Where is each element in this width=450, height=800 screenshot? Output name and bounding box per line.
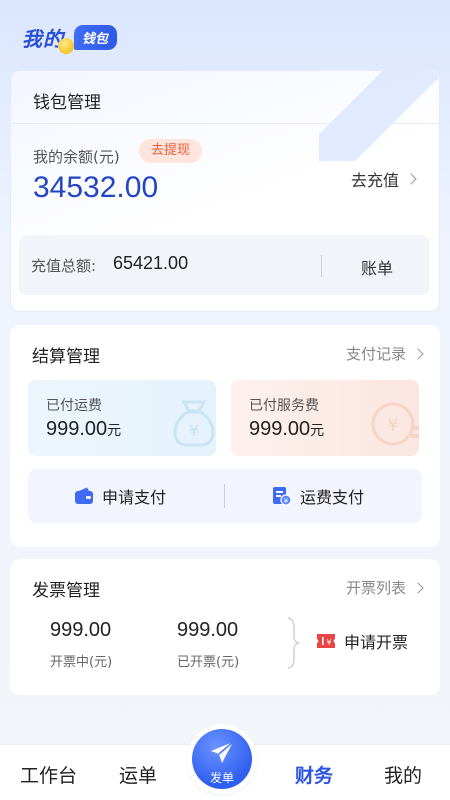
wallet-badge: 钱包 xyxy=(74,24,118,50)
freight-bill-icon: ¥ xyxy=(273,487,292,506)
invoice-list-link[interactable]: 开票列表 xyxy=(345,577,424,598)
apply-payment-button[interactable]: 申请支付 xyxy=(74,469,166,523)
balance-value: 34532.00 xyxy=(33,171,159,204)
dispatch-label: 发单 xyxy=(209,771,234,785)
divider xyxy=(321,255,322,277)
coin-icon xyxy=(58,38,74,54)
bill-button[interactable]: 账单 xyxy=(361,255,393,279)
tab-finance[interactable]: 财务 xyxy=(295,761,333,788)
service-paid-label: 已付服务费 xyxy=(249,398,319,414)
chevron-right-icon xyxy=(405,173,417,185)
brace-divider xyxy=(287,617,300,669)
wallet-card-title: 钱包管理 xyxy=(33,93,101,113)
svg-text:¥: ¥ xyxy=(284,497,289,505)
recharge-total-value: 65421.00 xyxy=(113,253,189,273)
wallet-card: 钱包管理 我的余额(元) 去提现 34532.00 去充值 充值总额: 6542… xyxy=(10,70,440,312)
tab-mine[interactable]: 我的 xyxy=(384,761,422,788)
invoicing-value: 999.00 xyxy=(50,619,112,641)
payment-records-label: 支付记录 xyxy=(345,345,406,363)
recharge-total-label: 充值总额: xyxy=(31,257,97,275)
invoicing-label: 开票中(元) xyxy=(50,655,113,670)
coin-stack-icon: ¥ xyxy=(371,402,419,446)
money-bag-icon: ¥ xyxy=(173,400,215,447)
service-paid-value: 999.00 xyxy=(249,418,311,440)
dispatch-button[interactable]: 发单 xyxy=(192,729,252,789)
invoiced-label: 已开票(元) xyxy=(177,655,240,670)
wallet-icon xyxy=(75,487,93,504)
svg-text:¥: ¥ xyxy=(387,415,398,436)
payment-records-link[interactable]: 支付记录 xyxy=(345,343,424,364)
apply-payment-label: 申请支付 xyxy=(102,488,167,507)
tab-waybill[interactable]: 运单 xyxy=(119,761,157,788)
divider xyxy=(224,484,225,508)
freight-payment-label: 运费支付 xyxy=(300,488,365,507)
ticket-icon: ¥ xyxy=(317,634,335,648)
paper-plane-icon xyxy=(211,741,234,763)
unit-label: 元 xyxy=(310,423,325,439)
svg-text:¥: ¥ xyxy=(189,421,199,440)
divider xyxy=(11,123,439,124)
recharge-label: 去充值 xyxy=(350,171,399,190)
settlement-card: 结算管理 支付记录 已付运费 999.00元 ¥ 已付服务费 999.00元 ¥ xyxy=(10,325,440,547)
tab-workbench[interactable]: 工作台 xyxy=(20,761,77,788)
freight-paid-value: 999.00 xyxy=(46,418,108,440)
page-header: 我的 钱包 xyxy=(22,20,118,54)
withdraw-button[interactable]: 去提现 xyxy=(139,139,203,163)
freight-payment-button[interactable]: ¥ 运费支付 xyxy=(272,469,364,523)
apply-invoice-button[interactable]: ¥ 申请开票 xyxy=(316,629,408,653)
invoiced-value: 999.00 xyxy=(177,619,239,641)
svg-text:¥: ¥ xyxy=(326,638,331,647)
chevron-right-icon xyxy=(412,347,424,360)
service-paid-amount: 999.00元 xyxy=(249,418,324,441)
invoice-card-title: 发票管理 xyxy=(32,581,100,601)
freight-paid-label: 已付运费 xyxy=(46,398,102,414)
card-decoration xyxy=(319,71,439,161)
balance-label: 我的余额(元) xyxy=(33,148,120,166)
settlement-card-title: 结算管理 xyxy=(32,347,100,367)
service-paid-box: 已付服务费 999.00元 ¥ xyxy=(231,380,419,456)
recharge-total-panel: 充值总额: 65421.00 账单 xyxy=(19,235,429,295)
freight-paid-box: 已付运费 999.00元 ¥ xyxy=(28,380,216,456)
freight-paid-amount: 999.00元 xyxy=(46,418,121,441)
invoice-list-label: 开票列表 xyxy=(345,579,406,597)
unit-label: 元 xyxy=(107,423,122,439)
recharge-button[interactable]: 去充值 xyxy=(350,167,417,191)
chevron-right-icon xyxy=(412,581,424,594)
payment-actions-bar: 申请支付 ¥ 运费支付 xyxy=(28,469,422,523)
apply-invoice-label: 申请开票 xyxy=(344,633,409,652)
invoice-card: 发票管理 开票列表 999.00 开票中(元) 999.00 已开票(元) ¥ … xyxy=(10,559,440,695)
